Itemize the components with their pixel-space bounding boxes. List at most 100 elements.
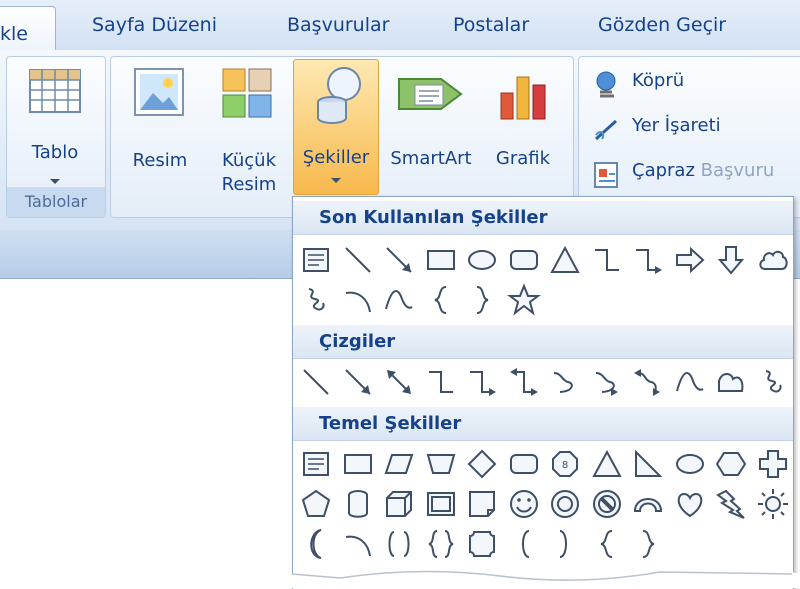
triangle-shape-icon[interactable] — [590, 447, 624, 481]
nosymbol-shape-icon[interactable] — [590, 487, 624, 521]
cloud-shape-glyph — [758, 250, 788, 270]
lbrace-shape-glyph — [600, 530, 612, 558]
curve-shape-icon[interactable] — [673, 365, 707, 399]
elbowarrow-shape-icon[interactable] — [465, 365, 499, 399]
smartart-icon — [398, 78, 463, 110]
line-shape-icon[interactable] — [341, 243, 375, 277]
rbracket-shape-icon[interactable] — [548, 527, 582, 561]
elbowarrow-shape-icon[interactable] — [631, 243, 665, 277]
plaque-shape-icon[interactable] — [465, 527, 499, 561]
grafik-button[interactable]: Grafik — [483, 61, 563, 181]
curveddbl-shape-icon[interactable] — [631, 365, 665, 399]
bevel-shape-icon[interactable] — [424, 487, 458, 521]
smiley-shape-icon[interactable] — [507, 487, 541, 521]
oval-shape-glyph — [468, 250, 496, 270]
foldedcorner-shape-icon[interactable] — [465, 487, 499, 521]
elbowdbl-shape-icon[interactable] — [507, 365, 541, 399]
arc-shape-glyph — [345, 535, 371, 557]
section-basic-shapes: Temel Şekiller — [293, 407, 793, 441]
resim-button[interactable]: Resim — [119, 61, 201, 181]
group-cizimler: Resim Küçük Resim Şekiller SmartArt Graf… — [110, 56, 574, 218]
rect-shape-icon[interactable] — [424, 243, 458, 277]
elbow-shape-icon[interactable] — [424, 365, 458, 399]
sun-shape-icon[interactable] — [756, 487, 790, 521]
righttri-shape-icon[interactable] — [631, 447, 665, 481]
scribble-shape-icon[interactable] — [299, 283, 333, 317]
pentagon-shape-icon[interactable] — [299, 487, 333, 521]
tab-ekle[interactable]: kle — [0, 6, 56, 50]
svg-text:8: 8 — [562, 460, 568, 471]
oval-shape-icon[interactable] — [465, 243, 499, 277]
dblbrace-shape-icon[interactable] — [424, 527, 458, 561]
textbox-shape-icon[interactable] — [299, 447, 333, 481]
tab-sayfa-duzeni[interactable]: Sayfa Düzeni — [92, 14, 217, 42]
torn-edge — [0, 564, 800, 588]
lightning-shape-icon[interactable] — [714, 487, 748, 521]
rbrace-shape-icon[interactable] — [631, 527, 665, 561]
cross-shape-icon[interactable] — [756, 447, 790, 481]
lbrace-shape-icon[interactable] — [424, 283, 458, 317]
lbracket-shape-icon[interactable] — [507, 527, 541, 561]
cloud-shape-icon[interactable] — [756, 243, 790, 277]
parallelogram-shape-icon[interactable] — [382, 447, 416, 481]
blockarc-shape-icon[interactable] — [631, 487, 665, 521]
arrow-shape-icon[interactable] — [382, 243, 416, 277]
lbrace-shape-icon[interactable] — [590, 527, 624, 561]
dropdown-arrow-icon — [50, 179, 60, 184]
curve-shape-glyph — [675, 372, 704, 392]
freeform-shape-glyph — [718, 373, 744, 392]
rbrace-shape-icon[interactable] — [465, 283, 499, 317]
rect-shape-icon[interactable] — [341, 447, 375, 481]
heart-shape-icon[interactable] — [673, 487, 707, 521]
kopru-label: Köprü — [632, 70, 685, 91]
tab-basvurular[interactable]: Başvurular — [287, 14, 389, 42]
cube-shape-icon[interactable] — [382, 487, 416, 521]
sun-shape-glyph — [757, 489, 788, 519]
dblbracket-shape-icon[interactable] — [382, 527, 416, 561]
arrow-shape-glyph — [344, 369, 371, 395]
elbowarrow-shape-glyph — [636, 249, 662, 274]
oval-shape-icon[interactable] — [673, 447, 707, 481]
bookmark-icon — [594, 119, 618, 141]
elbow-shape-icon[interactable] — [590, 243, 624, 277]
plaque-shape-glyph — [469, 531, 495, 557]
rightarrow-shape-icon[interactable] — [673, 243, 707, 277]
scribble-shape-icon[interactable] — [756, 365, 790, 399]
moon-shape-icon[interactable] — [299, 527, 333, 561]
curve-shape-icon[interactable] — [382, 283, 416, 317]
tablo-button[interactable]: Tablo — [9, 59, 101, 184]
dblarrow-shape-glyph — [387, 370, 411, 394]
line-shape-icon[interactable] — [299, 365, 333, 399]
curvedarrow-shape-icon[interactable] — [590, 365, 624, 399]
cube-shape-glyph — [386, 491, 412, 517]
triangle-shape-icon[interactable] — [548, 243, 582, 277]
tab-gozden-gecir[interactable]: Gözden Geçir — [598, 14, 726, 42]
freeform-shape-icon[interactable] — [714, 365, 748, 399]
downarrow-shape-icon[interactable] — [714, 243, 748, 277]
textbox-shape-icon[interactable] — [299, 243, 333, 277]
rightarrow-shape-glyph — [675, 246, 704, 274]
arc-shape-icon[interactable] — [341, 527, 375, 561]
scribble-shape-glyph — [308, 288, 325, 311]
sekiller-button[interactable]: Şekiller — [293, 59, 379, 195]
can-shape-icon[interactable] — [341, 487, 375, 521]
smartart-button[interactable]: SmartArt — [383, 61, 479, 181]
parallelogram-shape-glyph — [384, 454, 414, 474]
tab-postalar[interactable]: Postalar — [453, 14, 529, 42]
donut-shape-icon[interactable] — [548, 487, 582, 521]
diamond-shape-icon[interactable] — [465, 447, 499, 481]
elbowdbl-shape-glyph — [509, 368, 538, 396]
hexagon-shape-icon[interactable] — [714, 447, 748, 481]
trapezoid-shape-icon[interactable] — [424, 447, 458, 481]
roundrect-shape-icon[interactable] — [507, 447, 541, 481]
arc-shape-icon[interactable] — [341, 283, 375, 317]
dblarrow-shape-icon[interactable] — [382, 365, 416, 399]
octagonB-shape-icon[interactable]: 8 — [548, 447, 582, 481]
yer-isareti-label: Yer İşareti — [632, 115, 721, 136]
star-shape-icon[interactable] — [506, 283, 541, 317]
dblbrace-shape-glyph — [428, 530, 453, 558]
arrow-shape-icon[interactable] — [341, 365, 375, 399]
kucuk-resim-button[interactable]: Küçük Resim — [211, 61, 287, 195]
roundrect-shape-icon[interactable] — [507, 243, 541, 277]
curvedconn-shape-icon[interactable] — [548, 365, 582, 399]
